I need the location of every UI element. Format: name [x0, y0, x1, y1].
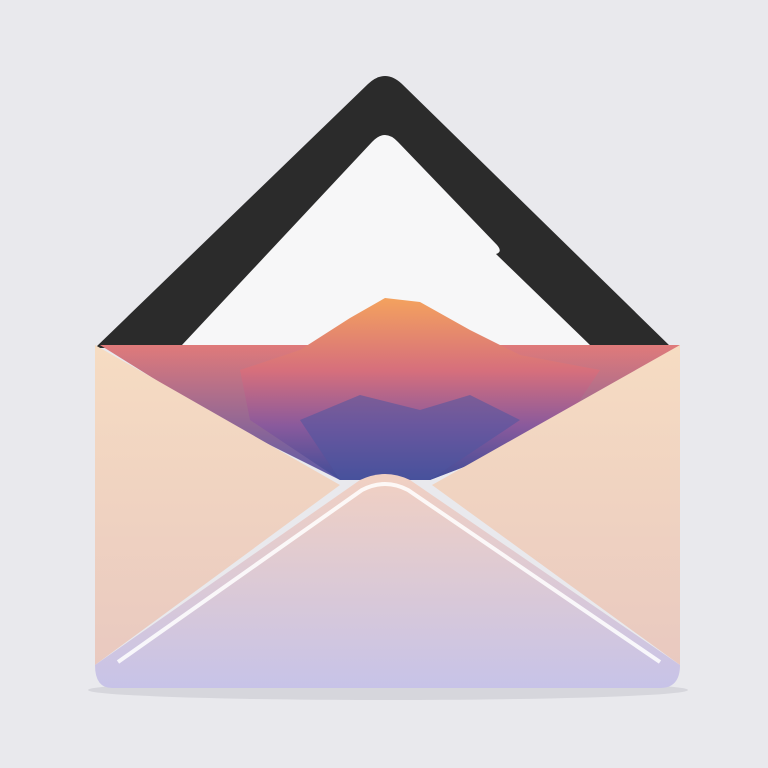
envelope-illustration	[88, 76, 688, 700]
